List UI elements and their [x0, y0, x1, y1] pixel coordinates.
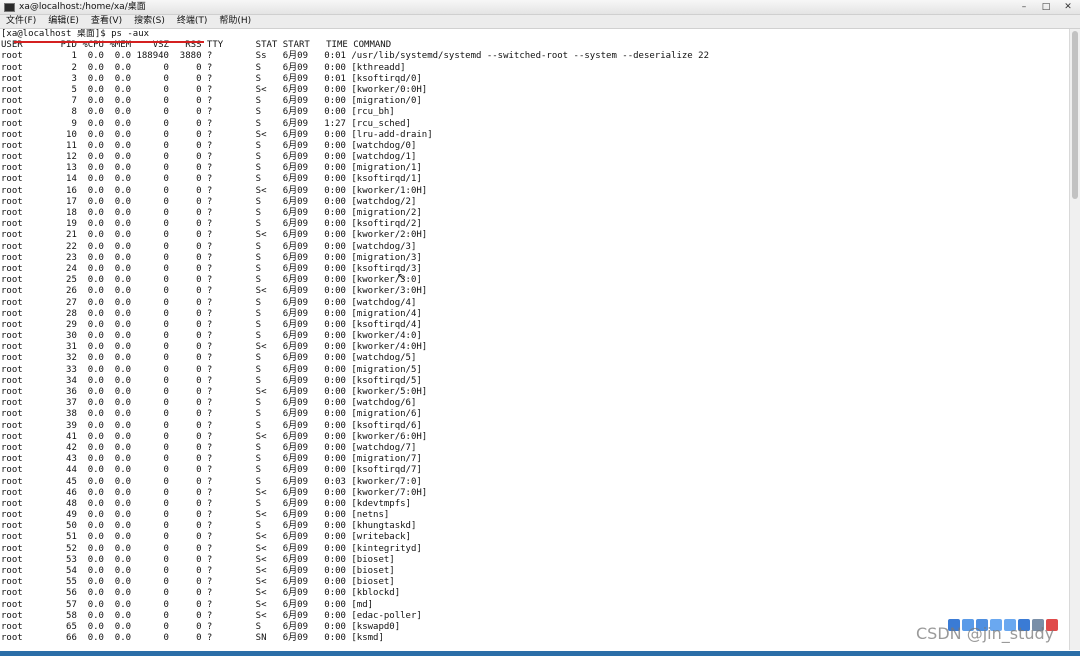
window-title: xa@localhost:/home/xa/桌面 [19, 2, 146, 12]
menu-bar: 文件(F) 编辑(E) 查看(V) 搜索(S) 终端(T) 帮助(H) [0, 15, 1080, 29]
table-row: root 39 0.0 0.0 0 0 ? S 6月09 0:00 [ksoft… [1, 420, 422, 431]
window-titlebar[interactable]: xa@localhost:/home/xa/桌面 – □ ✕ [0, 0, 1080, 15]
table-row: root 12 0.0 0.0 0 0 ? S 6月09 0:00 [watch… [1, 152, 417, 163]
table-row: root 56 0.0 0.0 0 0 ? S< 6月09 0:00 [kblo… [1, 588, 401, 599]
table-row: root 26 0.0 0.0 0 0 ? S< 6月09 0:00 [kwor… [1, 286, 428, 297]
table-row: root 16 0.0 0.0 0 0 ? S< 6月09 0:00 [kwor… [1, 185, 428, 196]
command-prompt-line: [xa@localhost 桌面]$ ps -aux [1, 29, 150, 39]
table-row: root 58 0.0 0.0 0 0 ? S< 6月09 0:00 [edac… [1, 610, 422, 621]
close-button[interactable]: ✕ [1062, 1, 1074, 13]
table-row: root 1 0.0 0.0 188940 3880 ? Ss 6月09 0:0… [1, 51, 709, 62]
table-row: root 34 0.0 0.0 0 0 ? S 6月09 0:00 [ksoft… [1, 375, 422, 386]
table-row: root 55 0.0 0.0 0 0 ? S< 6月09 0:00 [bios… [1, 577, 395, 588]
table-row: root 23 0.0 0.0 0 0 ? S 6月09 0:00 [migra… [1, 252, 422, 263]
table-row: root 13 0.0 0.0 0 0 ? S 6月09 0:00 [migra… [1, 163, 422, 174]
table-row: root 38 0.0 0.0 0 0 ? S 6月09 0:00 [migra… [1, 409, 422, 420]
mouse-pointer-icon: ↖ [397, 272, 406, 283]
menu-search[interactable]: 搜索(S) [128, 15, 171, 28]
watermark-text: CSDN @jin_study [916, 624, 1055, 643]
table-row: root 3 0.0 0.0 0 0 ? S 6月09 0:01 [ksofti… [1, 73, 422, 84]
terminal-output[interactable]: [xa@localhost 桌面]$ ps -aux USER PID %CPU … [0, 29, 1070, 650]
table-row: root 48 0.0 0.0 0 0 ? S 6月09 0:00 [kdevt… [1, 498, 411, 509]
annotation-underline [14, 41, 204, 43]
table-row: root 31 0.0 0.0 0 0 ? S< 6月09 0:00 [kwor… [1, 342, 428, 353]
table-row: root 7 0.0 0.0 0 0 ? S 6月09 0:00 [migrat… [1, 96, 422, 107]
table-row: root 19 0.0 0.0 0 0 ? S 6月09 0:00 [ksoft… [1, 219, 422, 230]
window-controls: – □ ✕ [1018, 1, 1074, 13]
menu-help[interactable]: 帮助(H) [213, 15, 257, 28]
table-row: root 8 0.0 0.0 0 0 ? S 6月09 0:00 [rcu_bh… [1, 107, 395, 118]
table-row: root 52 0.0 0.0 0 0 ? S< 6月09 0:00 [kint… [1, 543, 422, 554]
table-row: root 43 0.0 0.0 0 0 ? S 6月09 0:00 [migra… [1, 454, 422, 465]
table-row: root 27 0.0 0.0 0 0 ? S 6月09 0:00 [watch… [1, 297, 417, 308]
table-row: root 65 0.0 0.0 0 0 ? S 6月09 0:00 [kswap… [1, 621, 401, 632]
table-row: root 42 0.0 0.0 0 0 ? S 6月09 0:00 [watch… [1, 442, 417, 453]
vertical-scrollbar[interactable] [1069, 29, 1080, 650]
table-row: root 53 0.0 0.0 0 0 ? S< 6月09 0:00 [bios… [1, 554, 395, 565]
table-row: root 46 0.0 0.0 0 0 ? S< 6月09 0:00 [kwor… [1, 487, 428, 498]
table-row: root 33 0.0 0.0 0 0 ? S 6月09 0:00 [migra… [1, 364, 422, 375]
menu-terminal[interactable]: 终端(T) [171, 15, 214, 28]
table-row: root 49 0.0 0.0 0 0 ? S< 6月09 0:00 [netn… [1, 510, 390, 521]
table-row: root 9 0.0 0.0 0 0 ? S 6月09 1:27 [rcu_sc… [1, 118, 411, 129]
table-row: root 45 0.0 0.0 0 0 ? S 6月09 0:03 [kwork… [1, 476, 422, 487]
scrollbar-thumb[interactable] [1072, 31, 1078, 199]
table-row: root 37 0.0 0.0 0 0 ? S 6月09 0:00 [watch… [1, 398, 417, 409]
table-row: root 50 0.0 0.0 0 0 ? S 6月09 0:00 [khung… [1, 521, 417, 532]
table-row: root 14 0.0 0.0 0 0 ? S 6月09 0:00 [ksoft… [1, 174, 422, 185]
table-row: root 54 0.0 0.0 0 0 ? S< 6月09 0:00 [bios… [1, 566, 395, 576]
menu-file[interactable]: 文件(F) [0, 15, 42, 28]
table-row: root 57 0.0 0.0 0 0 ? S< 6月09 0:00 [md] [1, 599, 374, 610]
table-row: root 22 0.0 0.0 0 0 ? S 6月09 0:00 [watch… [1, 241, 417, 252]
terminal-icon [4, 3, 15, 12]
table-row: root 44 0.0 0.0 0 0 ? S 6月09 0:00 [ksoft… [1, 465, 422, 476]
menu-edit[interactable]: 编辑(E) [42, 15, 85, 28]
table-row: root 11 0.0 0.0 0 0 ? S 6月09 0:00 [watch… [1, 140, 417, 151]
minimize-button[interactable]: – [1018, 1, 1030, 13]
menu-view[interactable]: 查看(V) [85, 15, 128, 28]
table-row: root 66 0.0 0.0 0 0 ? SN 6月09 0:00 [ksmd… [1, 633, 384, 644]
table-row: root 32 0.0 0.0 0 0 ? S 6月09 0:00 [watch… [1, 353, 417, 364]
table-row: root 51 0.0 0.0 0 0 ? S< 6月09 0:00 [writ… [1, 532, 411, 543]
maximize-button[interactable]: □ [1040, 1, 1052, 13]
table-row: root 28 0.0 0.0 0 0 ? S 6月09 0:00 [migra… [1, 308, 422, 319]
table-row: root 5 0.0 0.0 0 0 ? S< 6月09 0:00 [kwork… [1, 84, 428, 95]
table-row: root 29 0.0 0.0 0 0 ? S 6月09 0:00 [ksoft… [1, 319, 422, 330]
table-row: root 30 0.0 0.0 0 0 ? S 6月09 0:00 [kwork… [1, 331, 422, 342]
table-row: root 21 0.0 0.0 0 0 ? S< 6月09 0:00 [kwor… [1, 230, 428, 241]
table-row: root 2 0.0 0.0 0 0 ? S 6月09 0:00 [kthrea… [1, 62, 406, 73]
table-row: root 10 0.0 0.0 0 0 ? S< 6月09 0:00 [lru-… [1, 129, 433, 140]
table-row: root 25 0.0 0.0 0 0 ? S 6月09 0:00 [kwork… [1, 275, 422, 286]
table-row: root 36 0.0 0.0 0 0 ? S< 6月09 0:00 [kwor… [1, 387, 428, 397]
table-row: root 41 0.0 0.0 0 0 ? S< 6月09 0:00 [kwor… [1, 431, 428, 442]
table-row: root 24 0.0 0.0 0 0 ? S 6月09 0:00 [ksoft… [1, 263, 422, 274]
table-row: root 18 0.0 0.0 0 0 ? S 6月09 0:00 [migra… [1, 208, 422, 218]
taskbar [0, 651, 1080, 656]
table-row: root 17 0.0 0.0 0 0 ? S 6月09 0:00 [watch… [1, 196, 417, 207]
